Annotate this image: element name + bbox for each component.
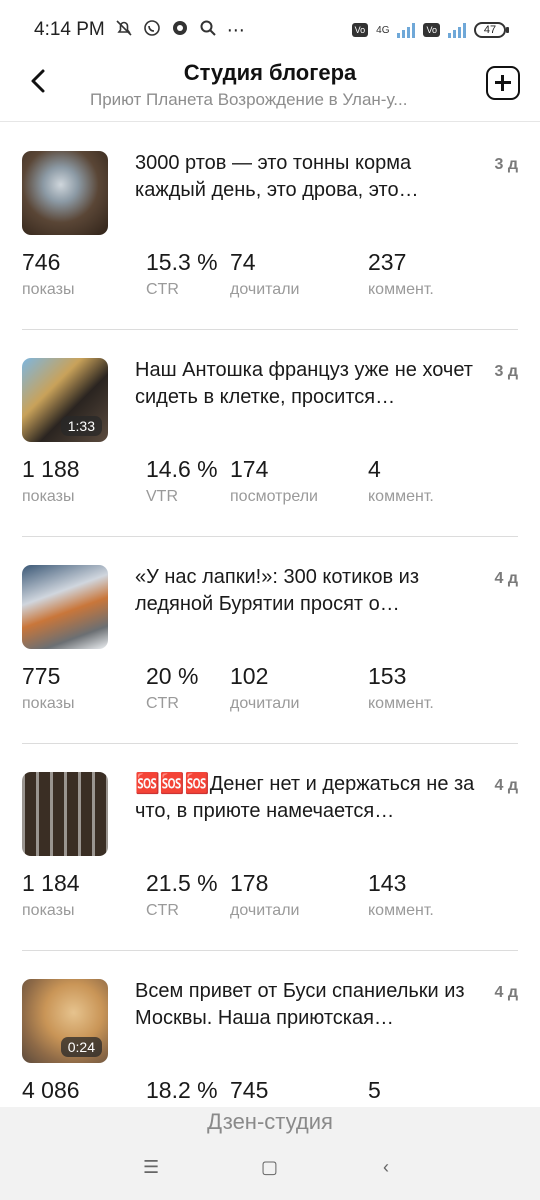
stat-rate: 18.2 % (146, 1077, 218, 1103)
post-title: «У нас лапки!»: 300 котиков из ледяной Б… (135, 566, 419, 615)
volte-icon: Vo (351, 23, 369, 37)
zen-studio-label[interactable]: Дзен-студия (0, 1109, 540, 1135)
bell-off-icon (115, 19, 133, 42)
post-title: 3000 ртов — это тонны корма каждый день,… (135, 152, 419, 201)
stat-read: 102 дочитали (230, 663, 300, 712)
back-icon[interactable]: ‹ (383, 1157, 389, 1178)
post-thumbnail[interactable] (22, 151, 108, 235)
post-age: 3 д (494, 156, 519, 173)
bottom-bar: Дзен-студия ☰ ▢ ‹ (0, 1107, 540, 1200)
stat-comments: 153 коммент. (368, 663, 434, 712)
stat-impressions: 1 184 показы (22, 870, 80, 919)
signal-icon-2 (448, 22, 466, 38)
post-stats: 746 показы 15.3 % CTR 74 дочитали 237 коммен… (22, 249, 518, 299)
battery-icon: 47 (474, 22, 509, 38)
whatsapp-icon (143, 19, 161, 42)
post-thumbnail[interactable]: 1:33 (22, 358, 108, 442)
video-duration: 0:24 (60, 1037, 102, 1057)
post-age: 3 д (494, 363, 519, 380)
stat-impressions: 775 показы (22, 663, 75, 712)
home-icon[interactable]: ▢ (261, 1157, 278, 1178)
search-icon (199, 19, 217, 42)
stat-read: 174 посмотрели (230, 456, 318, 505)
post-item[interactable]: «У нас лапки!»: 300 котиков из ледяной Б… (22, 537, 518, 744)
stat-impressions: 746 показы (22, 249, 75, 298)
page-title: Студия блогера (183, 60, 357, 85)
stat-rate: 20 % CTR (146, 663, 199, 712)
status-time: 4:14 PM (34, 19, 105, 40)
stat-impressions: 1 188 показы (22, 456, 80, 505)
menu-icon[interactable]: ☰ (143, 1157, 159, 1178)
stat-rate: 15.3 % CTR (146, 249, 218, 298)
post-stats: 1 184 показы 21.5 % CTR 178 дочитали 143 ком… (22, 870, 518, 920)
page-subtitle: Приют Планета Возрождение в Улан-у... (90, 90, 408, 109)
post-title: Наш Антошка француз уже не хочет сидеть … (135, 359, 473, 408)
post-item[interactable]: 🆘🆘🆘Денег нет и держаться не за что, в пр… (22, 744, 518, 951)
post-item[interactable]: 3000 ртов — это тонны корма каждый день,… (22, 123, 518, 330)
stat-read: 745 (230, 1077, 269, 1103)
add-post-icon[interactable] (486, 66, 520, 100)
network-label: 4G (376, 24, 390, 36)
stat-rate: 21.5 % CTR (146, 870, 218, 919)
post-stats: 775 показы 20 % CTR 102 дочитали 153 коммент… (22, 663, 518, 713)
app-header: Студия блогера Приют Планета Возрождение… (0, 60, 540, 122)
stat-impressions: 4 086 (22, 1077, 80, 1103)
post-list: 3000 ртов — это тонны корма каждый день,… (0, 123, 540, 1158)
post-age: 4 д (494, 570, 519, 587)
post-item[interactable]: 1:33 Наш Антошка француз уже не хочет си… (22, 330, 518, 537)
volte-icon-2: Vo (423, 23, 440, 37)
post-stats: 1 188 показы 14.6 % VTR 174 посмотрели 4 ком… (22, 456, 518, 506)
post-title: 🆘🆘🆘Денег нет и держаться не за что, в пр… (135, 773, 475, 822)
stat-comments: 237 коммент. (368, 249, 434, 298)
stat-comments: 5 (368, 1077, 381, 1103)
stat-read: 178 дочитали (230, 870, 300, 919)
more-icon: ⋯ (226, 19, 245, 40)
status-bar: 4:14 PM ⋯ Vo 4G Vo 47 (0, 0, 540, 60)
system-nav-bar: ☰ ▢ ‹ (0, 1157, 540, 1177)
post-thumbnail[interactable] (22, 565, 108, 649)
stat-comments: 4 коммент. (368, 456, 434, 505)
stat-read: 74 дочитали (230, 249, 300, 298)
stat-comments: 143 коммент. (368, 870, 434, 919)
messenger-icon (171, 19, 189, 42)
stat-rate: 14.6 % VTR (146, 456, 218, 505)
post-age: 4 д (494, 984, 519, 1001)
post-thumbnail[interactable] (22, 772, 108, 856)
signal-icon (397, 22, 416, 38)
post-thumbnail[interactable]: 0:24 (22, 979, 108, 1063)
video-duration: 1:33 (60, 416, 102, 436)
post-title: Всем привет от Буси спаниельки из Москвы… (135, 980, 465, 1029)
post-age: 4 д (494, 777, 519, 794)
